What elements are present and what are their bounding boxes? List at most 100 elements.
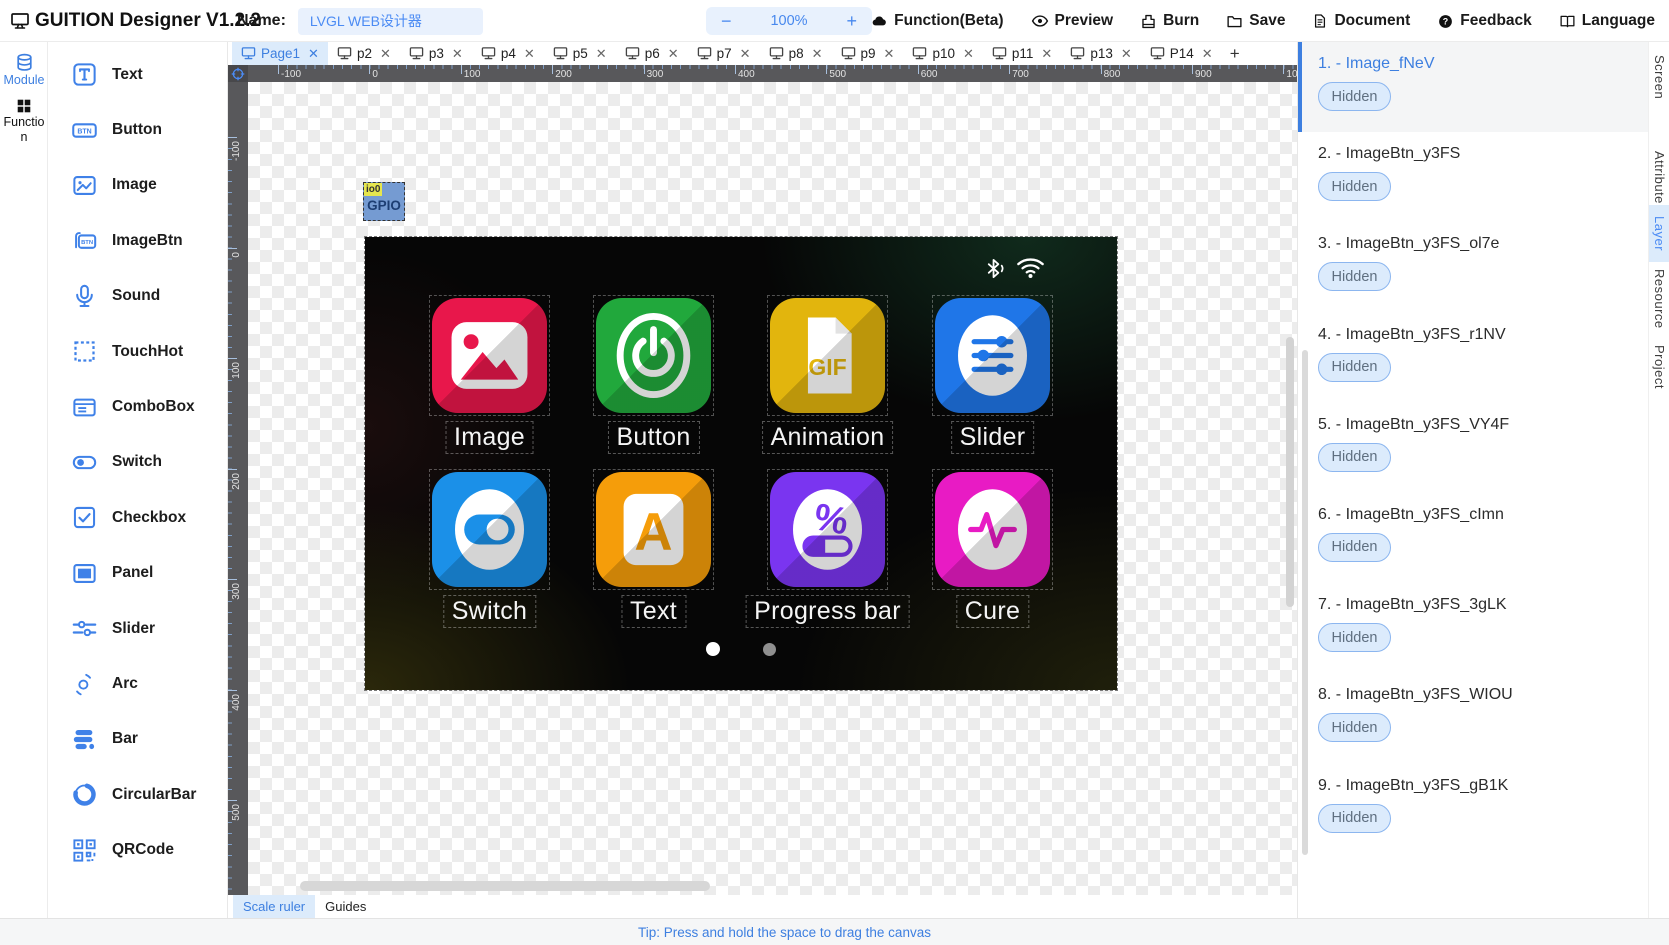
palette-item-arc[interactable]: Arc xyxy=(48,656,227,711)
app-icon-switch[interactable] xyxy=(432,472,547,587)
palette-item-touchhot[interactable]: TouchHot xyxy=(48,324,227,379)
panel-scrollbar[interactable] xyxy=(1302,350,1308,855)
close-icon[interactable]: ✕ xyxy=(1041,46,1052,62)
side-tab-resource[interactable]: Resource xyxy=(1649,263,1669,335)
add-page-button[interactable]: + xyxy=(1222,44,1248,64)
page-tab-p14[interactable]: P14✕ xyxy=(1141,42,1222,65)
app-label-animation[interactable]: Animation xyxy=(762,421,894,454)
layer-item-6-imagebtn-y3fs-cimn[interactable]: 6. - ImageBtn_y3FS_cImnHidden xyxy=(1298,493,1648,583)
app-label-image[interactable]: Image xyxy=(445,421,534,454)
close-icon[interactable]: ✕ xyxy=(524,46,535,62)
menu-document[interactable]: Document xyxy=(1312,12,1410,30)
app-icon-text[interactable]: A xyxy=(596,472,711,587)
page-tab-page1[interactable]: Page1✕ xyxy=(232,42,328,65)
menu-feedback[interactable]: ?Feedback xyxy=(1437,12,1532,30)
page-tab-p10[interactable]: p10✕ xyxy=(903,42,982,65)
app-label-progress-bar[interactable]: Progress bar xyxy=(745,595,910,628)
horizontal-scrollbar[interactable] xyxy=(300,881,710,891)
palette-item-checkbox[interactable]: Checkbox xyxy=(48,490,227,545)
layer-item-4-imagebtn-y3fs-r1nv[interactable]: 4. - ImageBtn_y3FS_r1NVHidden xyxy=(1298,313,1648,403)
hidden-toggle-button[interactable]: Hidden xyxy=(1318,804,1391,833)
page-tab-p4[interactable]: p4✕ xyxy=(472,42,544,65)
menu-burn[interactable]: Burn xyxy=(1140,12,1199,30)
menu-function-beta[interactable]: Function(Beta) xyxy=(871,12,1003,30)
layer-item-8-imagebtn-y3fs-wiou[interactable]: 8. - ImageBtn_y3FS_WIOUHidden xyxy=(1298,673,1648,763)
hidden-toggle-button[interactable]: Hidden xyxy=(1318,623,1391,652)
page-tab-p5[interactable]: p5✕ xyxy=(544,42,616,65)
module-tab-module[interactable]: Module xyxy=(0,42,48,87)
page-tab-p6[interactable]: p6✕ xyxy=(616,42,688,65)
palette-item-switch[interactable]: Switch xyxy=(48,435,227,490)
hidden-toggle-button[interactable]: Hidden xyxy=(1318,262,1391,291)
close-icon[interactable]: ✕ xyxy=(308,46,319,62)
footer-tab-guides[interactable]: Guides xyxy=(315,895,376,918)
page-tab-p7[interactable]: p7✕ xyxy=(688,42,760,65)
close-icon[interactable]: ✕ xyxy=(452,46,463,62)
zoom-in-button[interactable]: + xyxy=(846,12,857,30)
close-icon[interactable]: ✕ xyxy=(1202,46,1213,62)
page-tab-p9[interactable]: p9✕ xyxy=(832,42,904,65)
app-label-text[interactable]: Text xyxy=(621,595,686,628)
side-tab-layer[interactable]: Layer xyxy=(1649,205,1669,262)
footer-tab-scale-ruler[interactable]: Scale ruler xyxy=(233,895,315,918)
page-tab-p13[interactable]: p13✕ xyxy=(1061,42,1140,65)
side-tab-screen[interactable]: Screen xyxy=(1649,52,1669,102)
close-icon[interactable]: ✕ xyxy=(884,46,895,62)
palette-item-button[interactable]: BTNButton xyxy=(48,102,227,157)
close-icon[interactable]: ✕ xyxy=(1121,46,1132,62)
hidden-toggle-button[interactable]: Hidden xyxy=(1318,443,1391,472)
layer-item-3-imagebtn-y3fs-ol7e[interactable]: 3. - ImageBtn_y3FS_ol7eHidden xyxy=(1298,222,1648,312)
app-icon-button[interactable] xyxy=(596,298,711,413)
device-screen-mockup[interactable]: ImageButtonGIFAnimationSliderSwitchAText… xyxy=(365,237,1117,690)
side-tab-attribute[interactable]: Attribute xyxy=(1649,146,1669,208)
palette-item-panel[interactable]: Panel xyxy=(48,546,227,601)
close-icon[interactable]: ✕ xyxy=(812,46,823,62)
app-label-button[interactable]: Button xyxy=(607,421,699,454)
hidden-toggle-button[interactable]: Hidden xyxy=(1318,82,1391,111)
app-icon-progress-bar[interactable]: % xyxy=(770,472,885,587)
page-tab-p2[interactable]: p2✕ xyxy=(328,42,400,65)
close-icon[interactable]: ✕ xyxy=(380,46,391,62)
close-icon[interactable]: ✕ xyxy=(740,46,751,62)
close-icon[interactable]: ✕ xyxy=(668,46,679,62)
app-label-cure[interactable]: Cure xyxy=(956,595,1029,628)
palette-item-imagebtn[interactable]: BTNImageBtn xyxy=(48,213,227,268)
app-icon-image[interactable] xyxy=(432,298,547,413)
layer-item-7-imagebtn-y3fs-3glk[interactable]: 7. - ImageBtn_y3FS_3gLKHidden xyxy=(1298,583,1648,673)
ruler-origin-icon[interactable] xyxy=(228,65,248,82)
page-tab-p11[interactable]: p11✕ xyxy=(983,42,1061,65)
close-icon[interactable]: ✕ xyxy=(963,46,974,62)
page-tab-p8[interactable]: p8✕ xyxy=(760,42,832,65)
zoom-out-button[interactable]: − xyxy=(721,12,732,30)
layer-item-2-imagebtn-y3fs[interactable]: 2. - ImageBtn_y3FSHidden xyxy=(1298,132,1648,222)
app-icon-animation[interactable]: GIF xyxy=(770,298,885,413)
hidden-toggle-button[interactable]: Hidden xyxy=(1318,533,1391,562)
page-dot-active[interactable] xyxy=(706,642,720,656)
palette-item-sound[interactable]: Sound xyxy=(48,269,227,324)
hidden-toggle-button[interactable]: Hidden xyxy=(1318,172,1391,201)
palette-item-combobox[interactable]: ComboBox xyxy=(48,379,227,434)
app-icon-cure[interactable] xyxy=(935,472,1050,587)
design-viewport[interactable]: io0 GPIO ImageButtonGIFAnimationSliderSw… xyxy=(248,82,1297,895)
page-tab-p3[interactable]: p3✕ xyxy=(400,42,472,65)
side-tab-project[interactable]: Project xyxy=(1649,339,1669,394)
palette-item-circularbar[interactable]: CircularBar xyxy=(48,767,227,822)
menu-language[interactable]: Language xyxy=(1559,12,1655,30)
palette-item-image[interactable]: Image xyxy=(48,158,227,213)
menu-save[interactable]: Save xyxy=(1226,12,1285,30)
close-icon[interactable]: ✕ xyxy=(596,46,607,62)
app-label-slider[interactable]: Slider xyxy=(951,421,1035,454)
project-name-input[interactable] xyxy=(298,8,483,35)
palette-item-text[interactable]: Text xyxy=(48,47,227,102)
palette-item-slider[interactable]: Slider xyxy=(48,601,227,656)
layer-item-5-imagebtn-y3fs-vy4f[interactable]: 5. - ImageBtn_y3FS_VY4FHidden xyxy=(1298,403,1648,493)
palette-item-bar[interactable]: Bar xyxy=(48,712,227,767)
hidden-toggle-button[interactable]: Hidden xyxy=(1318,353,1391,382)
layer-item-9-imagebtn-y3fs-gb1k[interactable]: 9. - ImageBtn_y3FS_gB1KHidden xyxy=(1298,764,1648,854)
layer-item-1-image-fnev[interactable]: 1. - Image_fNeVHidden xyxy=(1298,42,1648,132)
app-icon-slider[interactable] xyxy=(935,298,1050,413)
page-dot[interactable] xyxy=(763,643,776,656)
module-tab-function[interactable]: Function xyxy=(0,87,48,144)
gpio-widget[interactable]: io0 GPIO xyxy=(363,182,405,221)
hidden-toggle-button[interactable]: Hidden xyxy=(1318,713,1391,742)
